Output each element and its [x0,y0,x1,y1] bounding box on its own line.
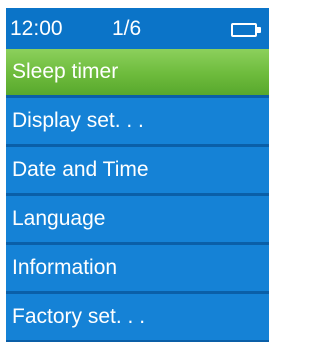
menu-item-language[interactable]: Language [6,196,269,245]
settings-menu: Sleep timer Display set. . . Date and Ti… [6,49,269,342]
page-indicator: 1/6 [112,17,142,40]
settings-screen: 12:00 1/6 Sleep timer Display set. . . D… [6,8,269,342]
battery-tip [257,27,261,33]
menu-item-label: Display set. . . [12,109,144,132]
menu-item-label: Date and Time [12,158,149,181]
menu-item-label: Language [12,207,106,230]
battery-full-icon [231,23,261,37]
menu-item-label: Information [12,256,118,279]
status-bar: 12:00 1/6 [6,8,269,48]
menu-item-factory-settings[interactable]: Factory set. . . [6,294,269,342]
menu-item-date-and-time[interactable]: Date and Time [6,147,269,196]
menu-item-label: Factory set. . . [12,305,146,328]
menu-item-display-settings[interactable]: Display set. . . [6,98,269,147]
menu-item-label: Sleep timer [12,60,119,83]
menu-item-sleep-timer[interactable]: Sleep timer [6,49,269,98]
menu-item-information[interactable]: Information [6,245,269,294]
clock: 12:00 [10,17,63,40]
